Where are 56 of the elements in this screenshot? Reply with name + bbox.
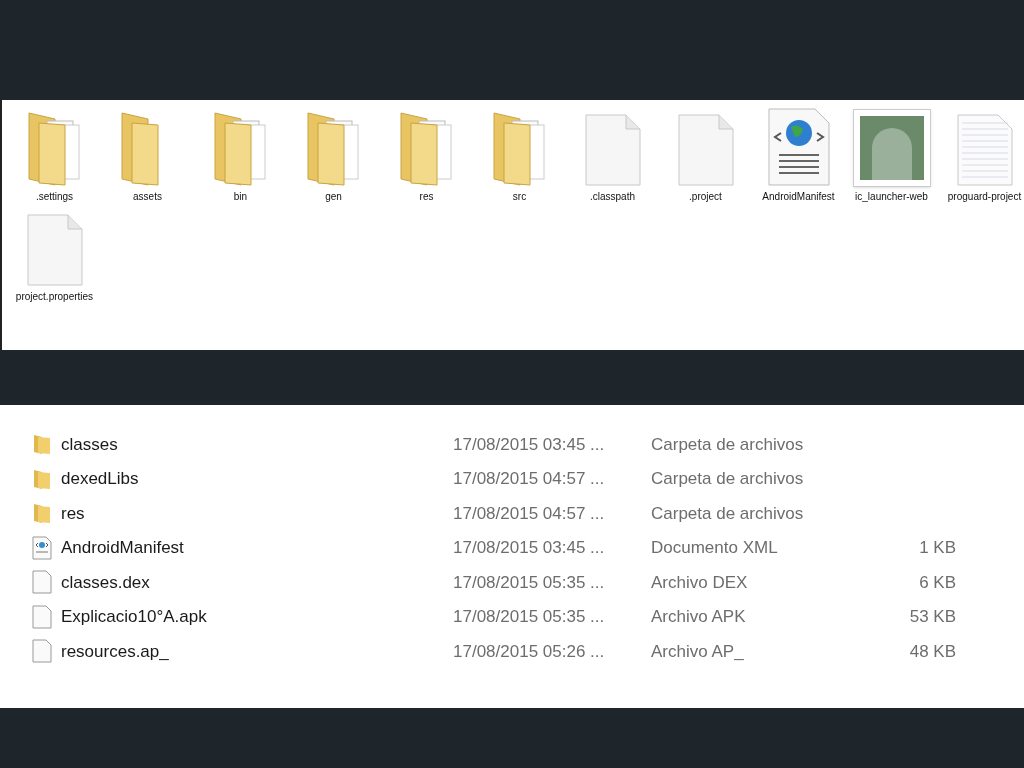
folder-icon [32, 433, 52, 456]
file-type: Documento XML [651, 537, 779, 559]
file-row[interactable]: dexedLibs 17/08/2015 04:57 ... Carpeta de archivos [0, 461, 1024, 496]
date-modified: 17/08/2015 03:45 ... [453, 537, 606, 559]
file-item[interactable]: assets [101, 108, 194, 208]
file-row[interactable]: res 17/08/2015 04:57 ... Carpeta de archivos [0, 496, 1024, 531]
blank-file-icon [32, 570, 52, 595]
file-type: Archivo AP_ [651, 640, 745, 663]
xml-globe-file-icon [766, 107, 831, 187]
file-row[interactable]: Explicacio10°A.apk 17/08/2015 05:35 ... Archivo APK 53 KB [0, 599, 1024, 634]
file-row[interactable]: classes.dex 17/08/2015 05:35 ... Archivo DEX 6 KB [0, 565, 1024, 600]
file-item[interactable]: .classpath [566, 108, 659, 208]
date-modified: 17/08/2015 04:57 ... [453, 468, 606, 490]
blank-file-icon [583, 113, 642, 187]
file-item[interactable]: .settings [8, 108, 101, 208]
blank-file-icon [676, 113, 735, 187]
file-item[interactable]: ic_launcher-web [845, 108, 938, 208]
file-size: 48 KB [909, 640, 956, 663]
file-item[interactable]: res [380, 108, 473, 208]
blank-file-icon [32, 639, 52, 664]
file-size: 53 KB [909, 606, 956, 628]
file-type: Carpeta de archivos [651, 502, 805, 525]
folder-icon [32, 502, 52, 525]
file-size: 6 KB [919, 571, 956, 594]
file-type: Archivo APK [651, 606, 747, 628]
file-name: Explicacio10°A.apk [61, 606, 208, 628]
blank-file-icon [32, 604, 52, 629]
text-file-icon [955, 113, 1014, 187]
file-item[interactable]: project.properties [8, 208, 101, 308]
date-modified: 17/08/2015 05:26 ... [453, 640, 606, 663]
file-item[interactable]: proguard-project [938, 108, 1024, 208]
file-item[interactable]: AndroidManifest [752, 108, 845, 208]
xml-file-icon [32, 535, 52, 560]
file-name: res [61, 502, 86, 525]
file-row[interactable]: classes 17/08/2015 03:45 ... Carpeta de archivos [0, 427, 1024, 462]
file-item[interactable]: src [473, 108, 566, 208]
file-name: dexedLibs [61, 468, 140, 490]
file-name: classes [61, 433, 119, 456]
file-name: resources.ap_ [61, 640, 170, 663]
folder-icon [32, 467, 52, 490]
file-name: classes.dex [61, 571, 151, 594]
file-row[interactable]: resources.ap_ 17/08/2015 05:26 ... Archivo AP_ 48 KB [0, 634, 1024, 669]
file-type: Carpeta de archivos [651, 468, 805, 490]
file-item[interactable]: .project [659, 108, 752, 208]
file-size: 1 KB [919, 537, 956, 559]
blank-file-icon [25, 213, 84, 287]
file-item[interactable]: gen [287, 108, 380, 208]
file-item[interactable]: bin [194, 108, 287, 208]
file-type: Archivo DEX [651, 571, 749, 594]
date-modified: 17/08/2015 03:45 ... [453, 433, 606, 456]
date-modified: 17/08/2015 05:35 ... [453, 571, 606, 594]
date-modified: 17/08/2015 05:35 ... [453, 606, 606, 628]
file-type: Carpeta de archivos [651, 433, 805, 456]
date-modified: 17/08/2015 04:57 ... [453, 502, 606, 525]
file-row[interactable]: AndroidManifest 17/08/2015 03:45 ... Documento XML 1 KB [0, 530, 1024, 565]
file-name: AndroidManifest [61, 537, 185, 559]
